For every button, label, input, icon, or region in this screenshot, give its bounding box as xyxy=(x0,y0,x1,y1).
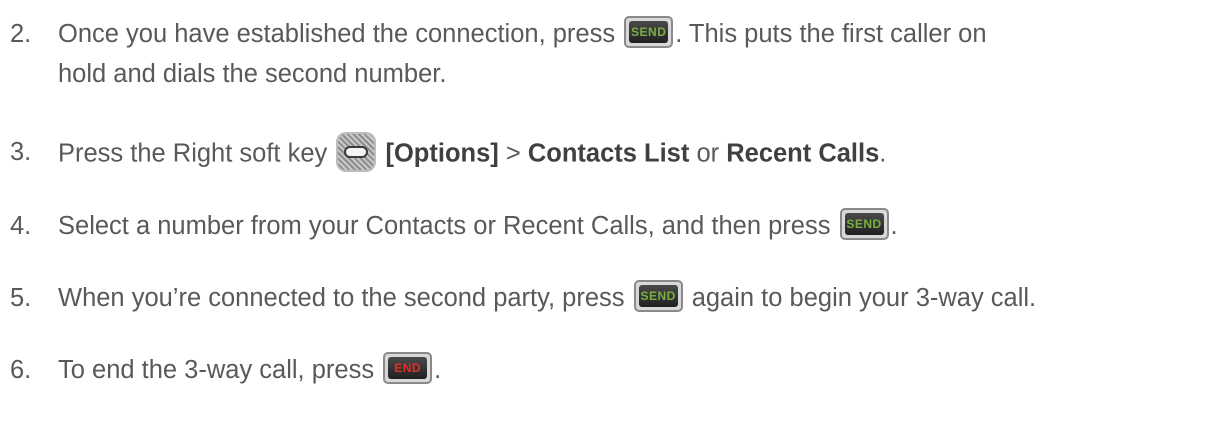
step-text-part: Press the Right soft key xyxy=(58,139,335,168)
options-label: [Options] xyxy=(385,139,499,168)
step-number: 5. xyxy=(10,284,32,312)
send-key-label: SEND xyxy=(844,213,884,236)
separator: > xyxy=(498,139,528,168)
step-text-part: When you’re connected to the second part… xyxy=(58,284,632,312)
step-text-part: . xyxy=(434,356,442,384)
step-text: Once you have established the connection… xyxy=(58,16,1209,89)
step-text-part: To end the 3-way call, press xyxy=(58,356,382,384)
separator: or xyxy=(689,139,727,168)
send-key-label: SEND xyxy=(629,21,669,44)
step-text-part: again to begin your 3-way call. xyxy=(684,284,1037,312)
send-key-icon: SEND xyxy=(839,208,889,241)
step-text-part: Once you have established the connection… xyxy=(58,20,623,48)
step-text: Select a number from your Contacts or Re… xyxy=(58,208,1209,243)
step-number: 3. xyxy=(10,138,32,166)
step-text: When you’re connected to the second part… xyxy=(58,280,1209,315)
recent-calls-label: Recent Calls xyxy=(726,139,880,168)
step-text-part: Select a number from your Contacts or Re… xyxy=(58,212,838,240)
send-key-icon: SEND xyxy=(633,280,683,313)
send-key-label: SEND xyxy=(638,285,678,308)
right-soft-key-icon xyxy=(336,132,377,172)
step-text: Press the Right soft key [Options] > Con… xyxy=(58,132,1209,175)
soft-key-pill xyxy=(344,146,369,158)
step-text-part: . xyxy=(879,139,887,168)
step-number: 2. xyxy=(10,20,32,48)
step-text: To end the 3-way call, press END. xyxy=(58,352,1209,387)
step-number: 6. xyxy=(10,356,32,384)
contacts-list-label: Contacts List xyxy=(527,139,690,168)
end-key-label: END xyxy=(388,357,428,380)
send-key-icon: SEND xyxy=(624,16,674,49)
step-text-part: . xyxy=(890,212,898,240)
step-text-part: hold and dials the second number. xyxy=(58,60,447,89)
step-number: 4. xyxy=(10,212,32,240)
end-key-icon: END xyxy=(383,352,433,385)
step-text-part: . This puts the first caller on xyxy=(675,20,987,48)
